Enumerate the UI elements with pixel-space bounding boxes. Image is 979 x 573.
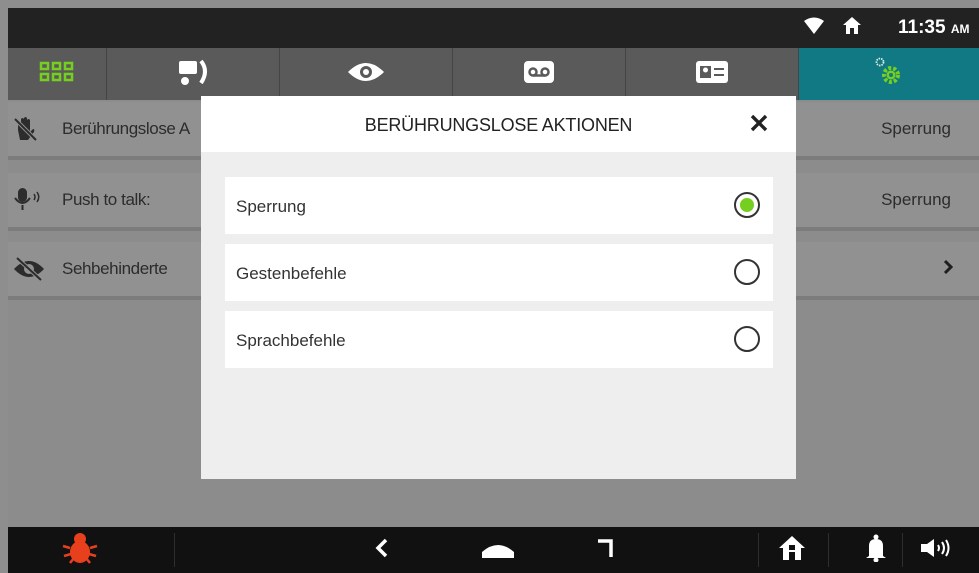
tab-camera[interactable] <box>280 48 453 100</box>
contact-card-icon <box>695 60 729 89</box>
bell-icon <box>865 534 887 567</box>
alarm-button[interactable] <box>50 527 110 573</box>
close-button[interactable] <box>750 114 768 137</box>
tab-bar <box>8 48 979 100</box>
setting-label: Berührungslose A <box>62 119 190 138</box>
option-sprachbefehle[interactable]: Sprachbefehle <box>225 311 773 368</box>
nav-bar <box>8 527 979 573</box>
touchless-actions-dialog: BERÜHRUNGSLOSE AKTIONEN Sperrung Gestenb… <box>201 96 796 479</box>
notifications-button[interactable] <box>858 527 894 573</box>
chevron-right-icon <box>943 259 954 280</box>
recent-apps-button[interactable] <box>588 527 624 573</box>
tab-contacts[interactable] <box>626 48 799 100</box>
radio-selected[interactable] <box>734 192 760 218</box>
no-touch-hand-icon <box>12 116 38 147</box>
dialog-title: BERÜHRUNGSLOSE AKTIONEN <box>364 115 633 135</box>
option-sperrung[interactable]: Sperrung <box>225 177 773 234</box>
radio-dot <box>740 198 754 212</box>
tab-apps[interactable] <box>8 48 107 100</box>
voicemail-icon <box>522 59 556 90</box>
tab-settings[interactable] <box>799 48 979 100</box>
back-icon <box>375 538 389 563</box>
setting-value: Sperrung <box>881 119 951 138</box>
home-icon <box>842 16 862 41</box>
intercom-handset-icon <box>173 57 213 92</box>
status-bar: 11:35 AM <box>8 8 979 48</box>
volume-button[interactable] <box>912 527 960 573</box>
time-text: 11:35 <box>898 17 946 38</box>
nav-divider <box>758 533 759 567</box>
radio-unselected[interactable] <box>734 259 760 285</box>
home-button[interactable] <box>476 527 520 573</box>
wifi-icon <box>804 17 824 40</box>
nav-divider <box>902 533 903 567</box>
tab-voicemail[interactable] <box>453 48 626 100</box>
dialog-header: BERÜHRUNGSLOSE AKTIONEN <box>201 96 796 152</box>
clock: 11:35 AM <box>898 17 970 39</box>
eye-off-icon <box>12 256 46 287</box>
eye-icon <box>346 60 386 89</box>
home-icon <box>480 536 516 565</box>
option-label: Sprachbefehle <box>236 331 346 350</box>
close-icon <box>750 114 768 136</box>
volume-icon <box>919 537 953 564</box>
option-gestenbefehle[interactable]: Gestenbefehle <box>225 244 773 301</box>
back-button[interactable] <box>364 527 400 573</box>
grid-apps-icon <box>39 60 75 89</box>
nav-divider <box>828 533 829 567</box>
alarm-bug-icon <box>60 530 100 571</box>
option-label: Sperrung <box>236 197 306 216</box>
intercom-home-button[interactable] <box>772 527 812 573</box>
tab-intercom[interactable] <box>107 48 280 100</box>
option-label: Gestenbefehle <box>236 264 347 283</box>
recent-apps-icon <box>596 537 616 564</box>
radio-unselected[interactable] <box>734 326 760 352</box>
setting-value: Sperrung <box>881 190 951 209</box>
ampm-text: AM <box>950 22 970 36</box>
home-house-icon <box>778 535 806 566</box>
setting-label: Push to talk: <box>62 190 151 209</box>
microphone-icon <box>12 186 52 217</box>
setting-label: Sehbehinderte <box>62 259 168 278</box>
settings-gears-icon <box>871 55 907 94</box>
nav-divider <box>174 533 175 567</box>
